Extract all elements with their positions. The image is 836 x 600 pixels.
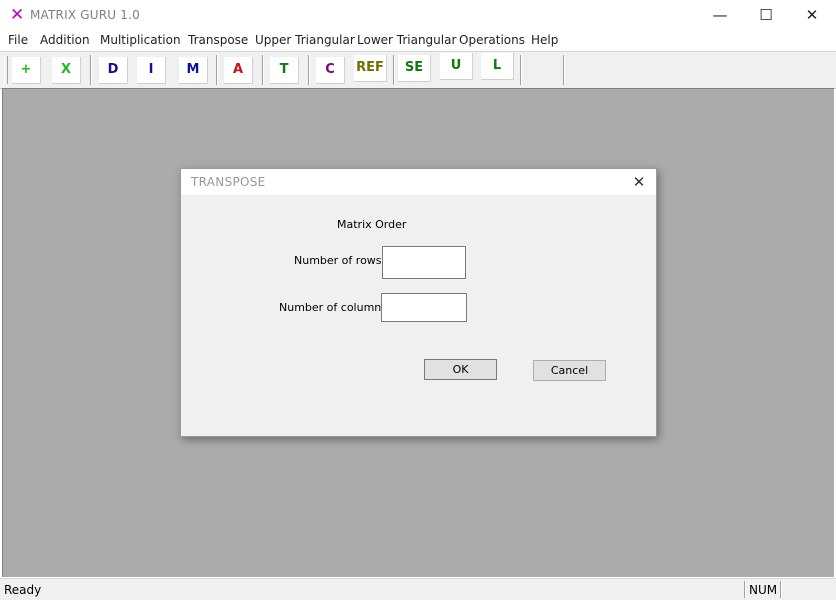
status-separator (780, 581, 782, 598)
toolbar-separator (308, 55, 310, 85)
app-x-icon: ✕ (10, 5, 25, 25)
menu-file[interactable]: File (8, 33, 28, 47)
window-title: MATRIX GURU 1.0 (30, 8, 140, 22)
menu-transpose[interactable]: Transpose (188, 33, 248, 47)
ok-button[interactable]: OK (424, 359, 497, 380)
rows-input[interactable] (382, 246, 466, 279)
status-separator (744, 581, 746, 598)
toolbar-separator (90, 55, 92, 85)
dialog-title: TRANSPOSE (191, 175, 266, 189)
toolbar-separator (216, 55, 218, 85)
toolbar: + X D I M A T C REF SE U L (0, 51, 836, 89)
toolbar-button-d[interactable]: D (99, 57, 128, 84)
columns-label: Number of columns: (279, 301, 391, 314)
menu-bar: File Addition Multiplication Transpose U… (0, 31, 836, 51)
toolbar-button-upper[interactable]: U (440, 53, 473, 80)
status-bar: Ready NUM (0, 578, 836, 600)
title-bar: ✕ MATRIX GURU 1.0 — ☐ ✕ (0, 0, 836, 31)
matrix-order-label: Matrix Order (337, 218, 407, 231)
toolbar-separator (393, 55, 395, 85)
dialog-title-bar: TRANSPOSE ✕ (181, 169, 656, 195)
menu-help[interactable]: Help (531, 33, 558, 47)
toolbar-separator (563, 55, 565, 85)
toolbar-button-m[interactable]: M (179, 57, 208, 84)
toolbar-button-se[interactable]: SE (398, 55, 431, 82)
toolbar-separator (262, 55, 264, 85)
menu-operations[interactable]: Operations (459, 33, 525, 47)
menu-multiplication[interactable]: Multiplication (100, 33, 181, 47)
menu-lower-triangular[interactable]: Lower Triangular (357, 33, 456, 47)
toolbar-button-transpose[interactable]: T (270, 57, 299, 84)
maximize-button[interactable]: ☐ (743, 0, 789, 31)
toolbar-button-lower[interactable]: L (481, 53, 514, 80)
menu-upper-triangular[interactable]: Upper Triangular (255, 33, 355, 47)
dialog-close-icon[interactable]: ✕ (628, 172, 650, 192)
toolbar-button-add[interactable]: + (12, 57, 41, 84)
status-text: Ready (4, 583, 42, 597)
toolbar-grip[interactable] (4, 56, 8, 84)
toolbar-button-i[interactable]: I (137, 57, 166, 84)
toolbar-button-ref[interactable]: REF (354, 55, 387, 82)
transpose-dialog: TRANSPOSE ✕ Matrix Order Number of rows:… (180, 168, 657, 437)
cancel-button[interactable]: Cancel (533, 360, 606, 381)
columns-input[interactable] (381, 293, 467, 322)
toolbar-button-multiply[interactable]: X (52, 57, 81, 84)
minimize-button[interactable]: — (697, 0, 743, 31)
rows-label: Number of rows: (294, 254, 386, 267)
toolbar-separator (520, 55, 522, 85)
num-lock-indicator: NUM (749, 583, 778, 597)
menu-addition[interactable]: Addition (40, 33, 90, 47)
toolbar-button-a[interactable]: A (224, 57, 253, 84)
close-button[interactable]: ✕ (789, 0, 835, 31)
toolbar-button-c[interactable]: C (316, 57, 345, 84)
